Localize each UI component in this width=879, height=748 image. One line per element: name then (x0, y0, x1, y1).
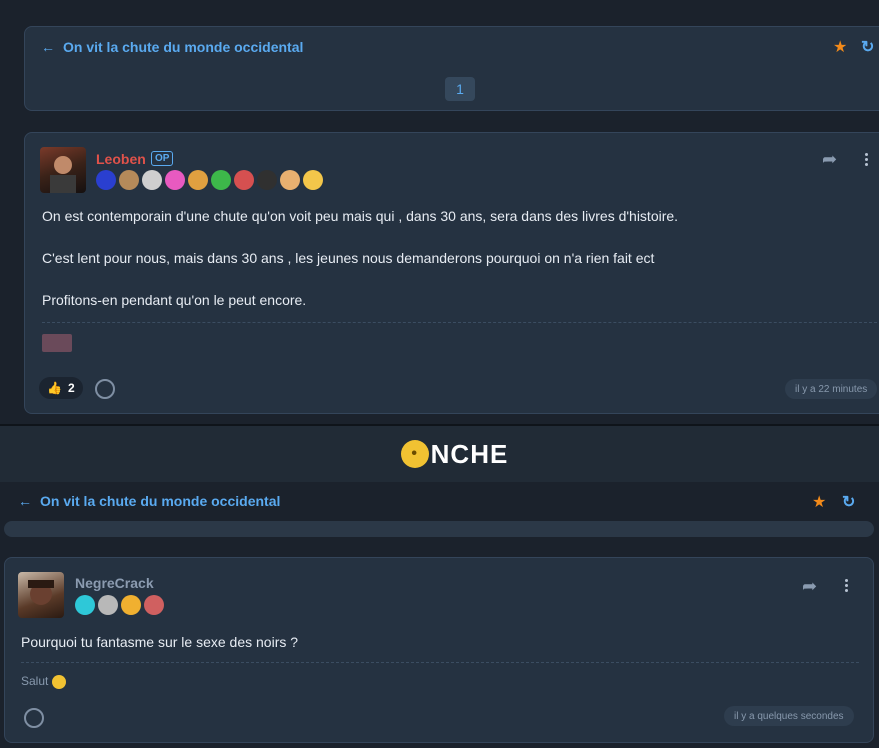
user-badges (75, 595, 164, 615)
thumbs-up-icon: 👍 (47, 381, 62, 395)
post-card-1: Leoben OP ➦ On est contemporain d'une ch… (24, 132, 879, 414)
logo-face-icon: • (400, 440, 429, 468)
topic-title-link-2[interactable]: ← On vit la chute du monde occidental (18, 493, 280, 509)
username[interactable]: NegreCrack (75, 575, 154, 591)
username[interactable]: Leoben (96, 151, 146, 167)
site-logo[interactable]: • NCHE (400, 438, 509, 470)
badge-icon[interactable] (234, 170, 254, 190)
op-badge: OP (151, 151, 174, 166)
badge-icon[interactable] (257, 170, 277, 190)
avatar[interactable] (40, 147, 86, 193)
back-arrow-icon[interactable]: ← (41, 39, 55, 55)
share-icon[interactable]: ➦ (802, 576, 817, 597)
smiley-icon (51, 674, 66, 689)
badge-icon[interactable] (142, 170, 162, 190)
back-arrow-icon[interactable]: ← (18, 493, 32, 509)
signature-image (42, 334, 72, 352)
badge-icon[interactable] (119, 170, 139, 190)
post-line-1: On est contemporain d'une chute qu'on vo… (42, 208, 679, 224)
post-card-2: NegreCrack ➦ Pourquoi tu fantasme sur le… (4, 557, 874, 743)
badge-icon[interactable] (165, 170, 185, 190)
post-timestamp: il y a 22 minutes (785, 379, 878, 399)
share-icon[interactable]: ➦ (822, 149, 837, 170)
post-timestamp: il y a quelques secondes (724, 706, 854, 726)
post-text: Pourquoi tu fantasme sur le sexe des noi… (21, 634, 299, 650)
signature: Salut (21, 674, 66, 689)
logo-text: NCHE (430, 438, 509, 469)
avatar-portrait-icon (50, 156, 76, 193)
refresh-icon[interactable]: ↻ (842, 492, 855, 512)
badge-icon[interactable] (280, 170, 300, 190)
site-banner: • NCHE (0, 424, 879, 482)
pagination-bar (4, 521, 874, 537)
badge-icon[interactable] (75, 595, 95, 615)
topic-title-2[interactable]: On vit la chute du monde occidental (40, 493, 280, 509)
favorite-star-icon[interactable]: ★ (812, 492, 826, 512)
reaction-count: 2 (67, 381, 75, 395)
badge-icon[interactable] (211, 170, 231, 190)
add-reaction-icon[interactable] (24, 708, 44, 728)
add-reaction-icon[interactable] (95, 379, 115, 399)
topic-title[interactable]: On vit la chute du monde occidental (63, 39, 303, 55)
badge-icon[interactable] (121, 595, 141, 615)
badge-icon[interactable] (144, 595, 164, 615)
page-number-button[interactable]: 1 (445, 77, 475, 101)
topic-header-card: ← On vit la chute du monde occidental ★ … (24, 26, 879, 111)
topic-title-link[interactable]: ← On vit la chute du monde occidental (41, 39, 303, 55)
more-options-icon[interactable] (865, 153, 868, 166)
avatar-portrait-icon (28, 580, 54, 605)
reaction-thumbs-up[interactable]: 👍 2 (39, 377, 83, 399)
more-options-icon[interactable] (845, 579, 848, 592)
badge-icon[interactable] (303, 170, 323, 190)
refresh-icon[interactable]: ↻ (861, 37, 874, 57)
avatar[interactable] (18, 572, 64, 618)
signature-divider (42, 322, 877, 323)
signature-text: Salut (21, 674, 49, 688)
user-badges (96, 170, 323, 190)
post-line-2: C'est lent pour nous, mais dans 30 ans ,… (42, 250, 655, 266)
post-line-3: Profitons-en pendant qu'on le peut encor… (42, 292, 307, 308)
signature-divider (21, 662, 859, 663)
badge-icon[interactable] (188, 170, 208, 190)
badge-icon[interactable] (98, 595, 118, 615)
favorite-star-icon[interactable]: ★ (833, 37, 847, 57)
badge-icon[interactable] (96, 170, 116, 190)
